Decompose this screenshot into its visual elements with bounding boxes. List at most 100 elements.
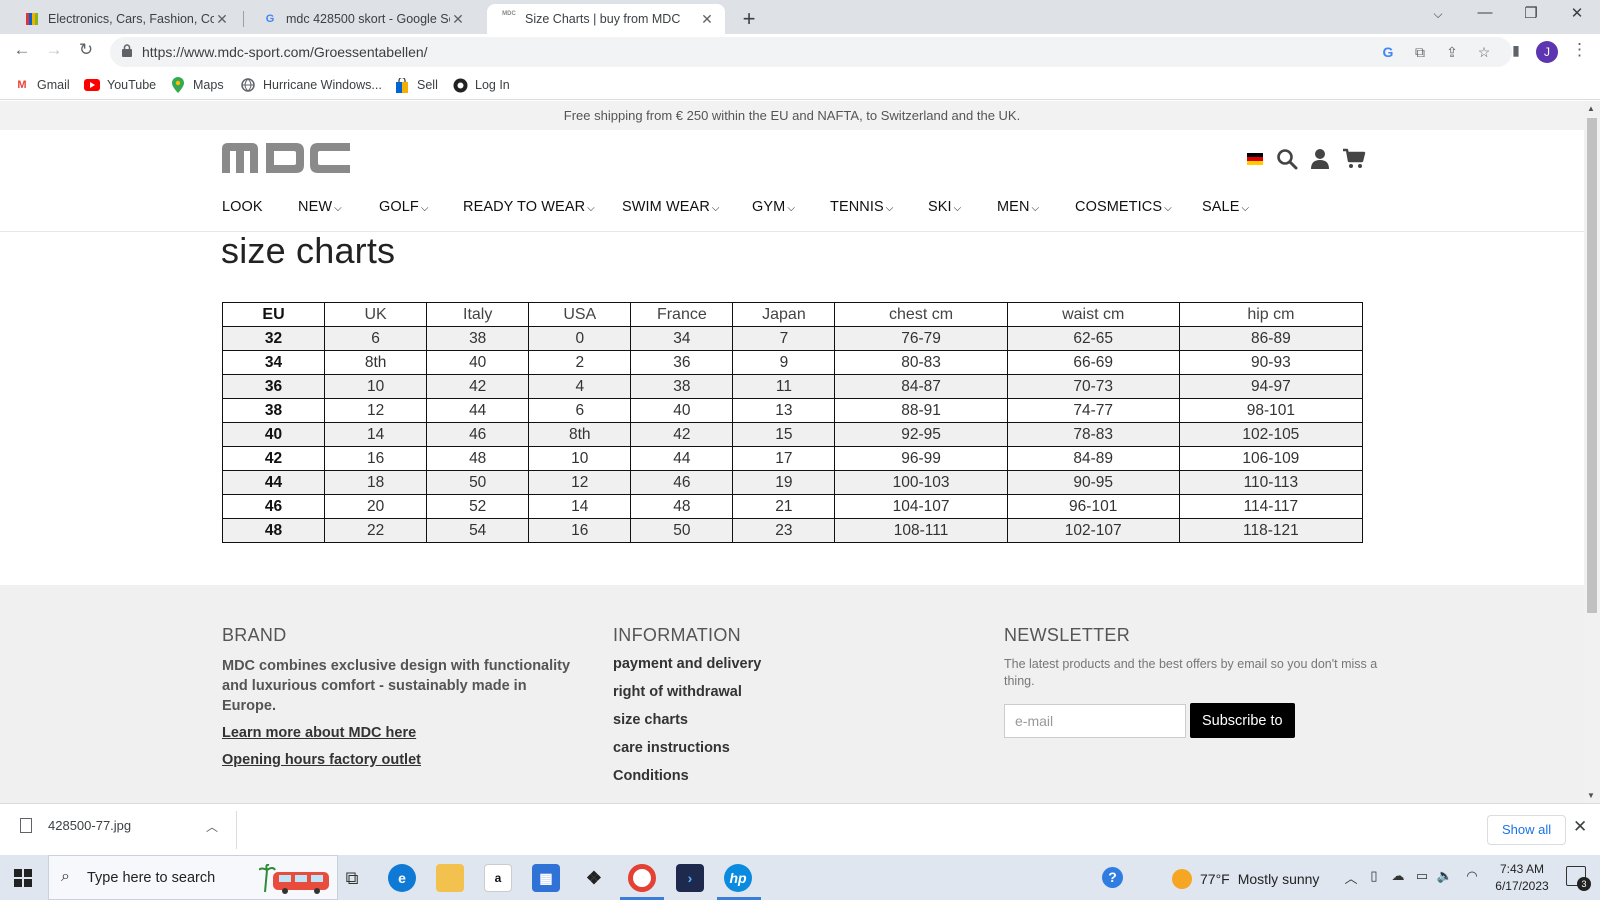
help-icon[interactable]: ? (1102, 867, 1123, 888)
show-hidden-icons-chevron-icon[interactable]: ︿ (1341, 868, 1361, 887)
reload-icon[interactable]: ↻ (74, 40, 98, 60)
table-cell: 44 (630, 446, 734, 471)
meet-now-icon[interactable]: ▯ (1364, 868, 1384, 884)
tab-ebay[interactable]: Electronics, Cars, Fashion, Collect ✕ (10, 4, 240, 34)
tab-title: Size Charts | buy from MDC (525, 12, 681, 26)
german-flag-icon[interactable] (1247, 153, 1263, 165)
table-cell: 14 (528, 494, 632, 519)
bookmark-label: Sell (417, 78, 438, 92)
nav-tennis[interactable]: TENNIS ⌵ (830, 199, 893, 215)
close-tab-icon[interactable]: ✕ (699, 11, 715, 28)
system-clock[interactable]: 7:43 AM 6/17/2023 (1487, 861, 1557, 895)
close-tab-icon[interactable]: ✕ (450, 11, 466, 28)
taskbar-search[interactable]: ⌕ Type here to search (48, 855, 338, 900)
tab-search-chevron-icon[interactable]: ⌵ (1423, 7, 1453, 22)
new-tab-button[interactable]: + (737, 6, 761, 32)
nav-look[interactable]: LOOK (222, 199, 263, 215)
side-panel-icon[interactable]: ▮ (1504, 42, 1528, 59)
chevron-down-icon: ⌵ (1241, 203, 1250, 214)
conditions-link[interactable]: Conditions (613, 768, 761, 784)
weather-temp: 77°F (1200, 871, 1230, 887)
search-icon[interactable] (1276, 148, 1298, 170)
hp-icon[interactable]: hp (724, 864, 752, 892)
table-cell: 96-99 (834, 446, 1008, 471)
file-explorer-icon[interactable] (436, 864, 464, 892)
page-scrollbar[interactable]: ▲ ▼ (1584, 101, 1600, 803)
scroll-down-icon[interactable]: ▼ (1587, 791, 1595, 800)
payment-delivery-link[interactable]: payment and delivery (613, 656, 761, 672)
microsoft-store-icon[interactable]: ▦ (532, 864, 560, 892)
forward-icon[interactable]: → (42, 40, 66, 60)
table-cell: 42 (426, 374, 530, 399)
care-instructions-link[interactable]: care instructions (613, 740, 761, 756)
dropbox-icon[interactable]: ❖ (580, 864, 608, 892)
tab-title: Electronics, Cars, Fashion, Collect (48, 12, 214, 26)
table-cell: 102-105 (1178, 422, 1364, 447)
bookmark-sell[interactable]: Sell (394, 77, 438, 93)
close-download-bar-icon[interactable]: ✕ (1573, 817, 1587, 837)
withdrawal-link[interactable]: right of withdrawal (613, 684, 761, 700)
table-cell: 108-111 (834, 518, 1008, 543)
tab-size-charts[interactable]: MDC Size Charts | buy from MDC ✕ (487, 4, 725, 34)
translate-icon[interactable]: ⧉ (1410, 44, 1430, 61)
share-icon[interactable]: ⇪ (1442, 44, 1462, 61)
table-cell: 52 (426, 494, 530, 519)
email-field[interactable] (1004, 703, 1186, 738)
table-cell: 40 (426, 350, 530, 375)
restore-icon[interactable]: ❐ (1516, 4, 1546, 22)
address-bar[interactable]: https://www.mdc-sport.com/Groessentabell… (110, 37, 1512, 67)
nav-swim-wear[interactable]: SWIM WEAR ⌵ (622, 199, 720, 215)
scroll-up-icon[interactable]: ▲ (1587, 104, 1595, 113)
table-cell: 34 (630, 326, 734, 351)
bookmark-maps[interactable]: Maps (170, 77, 224, 93)
google-lens-icon[interactable]: G (1378, 44, 1398, 60)
windows-start-icon[interactable] (14, 869, 32, 887)
wifi-icon[interactable]: ◠ (1462, 868, 1482, 884)
notifications-icon[interactable]: 3 (1566, 866, 1591, 891)
bookmark-youtube[interactable]: YouTube (84, 77, 156, 93)
table-cell: 42 (221, 446, 326, 471)
bookmark-log-in[interactable]: Log In (452, 77, 510, 93)
nav-sale[interactable]: SALE ⌵ (1202, 199, 1249, 215)
nav-ski[interactable]: SKI ⌵ (928, 199, 961, 215)
close-tab-icon[interactable]: ✕ (214, 11, 230, 28)
nav-gym[interactable]: GYM ⌵ (752, 199, 795, 215)
nav-golf[interactable]: GOLF ⌵ (379, 199, 429, 215)
task-view-icon[interactable]: ⧉ (338, 864, 366, 892)
nav-new[interactable]: NEW ⌵ (298, 199, 342, 215)
profile-avatar[interactable]: J (1536, 41, 1558, 63)
subscribe-button[interactable]: Subscribe to (1190, 703, 1295, 738)
account-icon[interactable] (1309, 148, 1331, 170)
amazon-icon[interactable]: a (484, 864, 512, 892)
nav-cosmetics[interactable]: COSMETICS ⌵ (1075, 199, 1172, 215)
onedrive-icon[interactable]: ☁ (1388, 868, 1408, 884)
terminal-app-icon[interactable]: › (676, 864, 704, 892)
opening-hours-link[interactable]: Opening hours factory outlet (222, 752, 582, 768)
chrome-icon[interactable] (628, 864, 656, 892)
download-item[interactable]: 428500-77.jpg (20, 818, 131, 833)
weather-widget[interactable]: 77°F Mostly sunny (1172, 869, 1319, 889)
bookmark-label: Maps (193, 78, 224, 92)
table-cell: 20 (324, 494, 428, 519)
bookmark-hurricane-windows[interactable]: Hurricane Windows... (240, 77, 382, 93)
volume-icon[interactable]: 🔈 (1435, 868, 1455, 884)
menu-kebab-icon[interactable]: ⋮ (1571, 40, 1588, 60)
show-all-button[interactable]: Show all (1487, 815, 1567, 845)
battery-icon[interactable]: ▭ (1412, 868, 1432, 884)
nav-ready-to-wear[interactable]: READY TO WEAR ⌵ (463, 199, 595, 215)
back-icon[interactable]: ← (10, 40, 34, 60)
edge-icon[interactable]: e (388, 864, 416, 892)
minimize-icon[interactable]: — (1470, 4, 1500, 21)
mdc-logo[interactable] (222, 141, 350, 175)
size-charts-link[interactable]: size charts (613, 712, 761, 728)
learn-more-link[interactable]: Learn more about MDC here (222, 725, 582, 741)
bookmark-star-icon[interactable]: ☆ (1474, 44, 1494, 61)
nav-men[interactable]: MEN ⌵ (997, 199, 1039, 215)
close-window-icon[interactable]: ✕ (1562, 4, 1592, 22)
table-cell: 48 (221, 518, 326, 543)
tab-google-search[interactable]: G mdc 428500 skort - Google Searc ✕ (248, 4, 476, 34)
chevron-up-icon[interactable]: ︿ (206, 818, 218, 835)
scrollbar-thumb[interactable] (1587, 118, 1597, 613)
bookmark-gmail[interactable]: M Gmail (14, 77, 69, 93)
cart-icon[interactable] (1342, 148, 1366, 170)
